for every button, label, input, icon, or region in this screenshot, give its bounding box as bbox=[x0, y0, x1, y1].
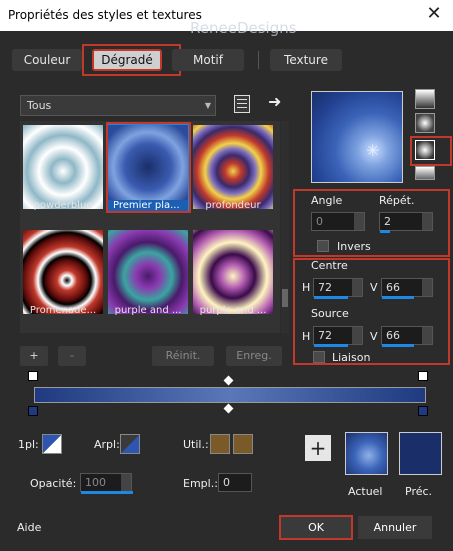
style-highlight bbox=[410, 136, 452, 166]
invert-label: Invers bbox=[337, 240, 371, 253]
opacity-label: Opacité: bbox=[30, 477, 77, 490]
window-title: Propriétés des styles et textures bbox=[8, 8, 202, 22]
tab-motif[interactable]: Motif bbox=[172, 49, 244, 71]
midpoint-handle-bottom[interactable] bbox=[223, 403, 234, 414]
gradient-bar[interactable] bbox=[34, 387, 426, 403]
tab-couleur[interactable]: Couleur bbox=[12, 49, 82, 71]
gallery-item[interactable]: powderblue bbox=[23, 125, 103, 211]
center-v-label: V bbox=[370, 281, 378, 294]
linear-style-icon[interactable] bbox=[415, 89, 435, 109]
repeat-label: Répét. bbox=[379, 194, 415, 207]
source-h-spinner[interactable]: 72 bbox=[313, 326, 363, 347]
gradient-preview[interactable]: ✳ bbox=[311, 91, 403, 183]
midpoint-handle-top[interactable] bbox=[223, 375, 234, 386]
invert-checkbox[interactable] bbox=[317, 240, 329, 252]
source-label: Source bbox=[311, 307, 349, 320]
current-swatch bbox=[345, 432, 388, 475]
add-swatch-button[interactable]: + bbox=[305, 435, 331, 461]
gallery-scrollbar[interactable] bbox=[281, 121, 289, 333]
watermark: ReneeDesigns bbox=[190, 19, 297, 37]
center-label: Centre bbox=[311, 259, 348, 272]
tab-texture[interactable]: Texture bbox=[270, 49, 342, 71]
link-label: Liaison bbox=[332, 351, 371, 364]
gallery-item[interactable]: purple and ... bbox=[108, 230, 188, 316]
close-icon[interactable]: ✕ bbox=[423, 3, 445, 24]
tab-separator bbox=[258, 51, 259, 69]
scrollbar-thumb[interactable] bbox=[282, 289, 288, 307]
bottom-stop-left[interactable] bbox=[28, 406, 38, 416]
add-gradient-button[interactable]: + bbox=[20, 346, 48, 366]
reset-button[interactable]: Réinit. bbox=[152, 346, 214, 366]
tab-highlight bbox=[82, 44, 181, 76]
opacity-spinner[interactable]: 100 bbox=[80, 473, 133, 494]
remove-gradient-button[interactable]: - bbox=[58, 346, 86, 366]
center-h-spinner[interactable]: 72 bbox=[313, 278, 363, 299]
util-swatch-2[interactable] bbox=[233, 434, 253, 454]
gradient-gallery: powderblue Premier pla... profondeur Pro… bbox=[20, 121, 280, 333]
source-v-spinner[interactable]: 66 bbox=[381, 326, 433, 347]
previous-swatch[interactable] bbox=[399, 432, 442, 475]
empl-label: Empl.: bbox=[183, 477, 218, 490]
gallery-item[interactable]: purple and ... bbox=[193, 230, 273, 316]
source-h-label: H bbox=[302, 330, 311, 343]
gallery-item[interactable]: Promenade... bbox=[23, 230, 103, 316]
background-swatch[interactable] bbox=[120, 434, 140, 454]
ok-button[interactable]: OK bbox=[279, 515, 353, 540]
source-v-label: V bbox=[370, 330, 378, 343]
selection-highlight bbox=[106, 122, 191, 213]
empl-field[interactable]: 0 bbox=[218, 473, 252, 492]
center-h-label: H bbox=[302, 281, 311, 294]
foreground-swatch[interactable] bbox=[42, 434, 62, 454]
center-crosshair-icon[interactable]: ✳ bbox=[366, 141, 379, 160]
link-checkbox[interactable] bbox=[313, 351, 325, 363]
util-swatch-1[interactable] bbox=[210, 434, 230, 454]
cancel-button[interactable]: Annuler bbox=[358, 516, 432, 539]
foreground-label: 1pl: bbox=[18, 438, 39, 451]
top-stop-right[interactable] bbox=[418, 371, 428, 381]
util-label: Util.: bbox=[183, 438, 209, 451]
center-v-spinner[interactable]: 66 bbox=[381, 278, 433, 299]
category-dropdown[interactable]: Tous ▼ bbox=[20, 95, 216, 116]
previous-label: Préc. bbox=[405, 485, 433, 498]
chevron-down-icon: ▼ bbox=[204, 101, 211, 110]
arrow-right-icon[interactable]: ➜ bbox=[268, 92, 281, 111]
list-view-icon[interactable] bbox=[234, 95, 250, 113]
sunburst-style-icon[interactable] bbox=[415, 166, 435, 180]
top-stop-left[interactable] bbox=[28, 371, 38, 381]
gallery-item[interactable]: profondeur bbox=[193, 125, 273, 211]
category-value: Tous bbox=[27, 99, 52, 112]
repeat-spinner[interactable]: 2 bbox=[379, 212, 433, 233]
angle-label: Angle bbox=[311, 194, 343, 207]
angle-spinner[interactable]: 0 bbox=[311, 212, 365, 231]
bottom-stop-right[interactable] bbox=[418, 406, 428, 416]
background-label: Arpl: bbox=[94, 438, 120, 451]
save-button[interactable]: Enreg. bbox=[226, 346, 282, 366]
rectangular-style-icon[interactable] bbox=[415, 113, 435, 133]
help-link[interactable]: Aide bbox=[17, 521, 41, 534]
current-label: Actuel bbox=[348, 485, 383, 498]
